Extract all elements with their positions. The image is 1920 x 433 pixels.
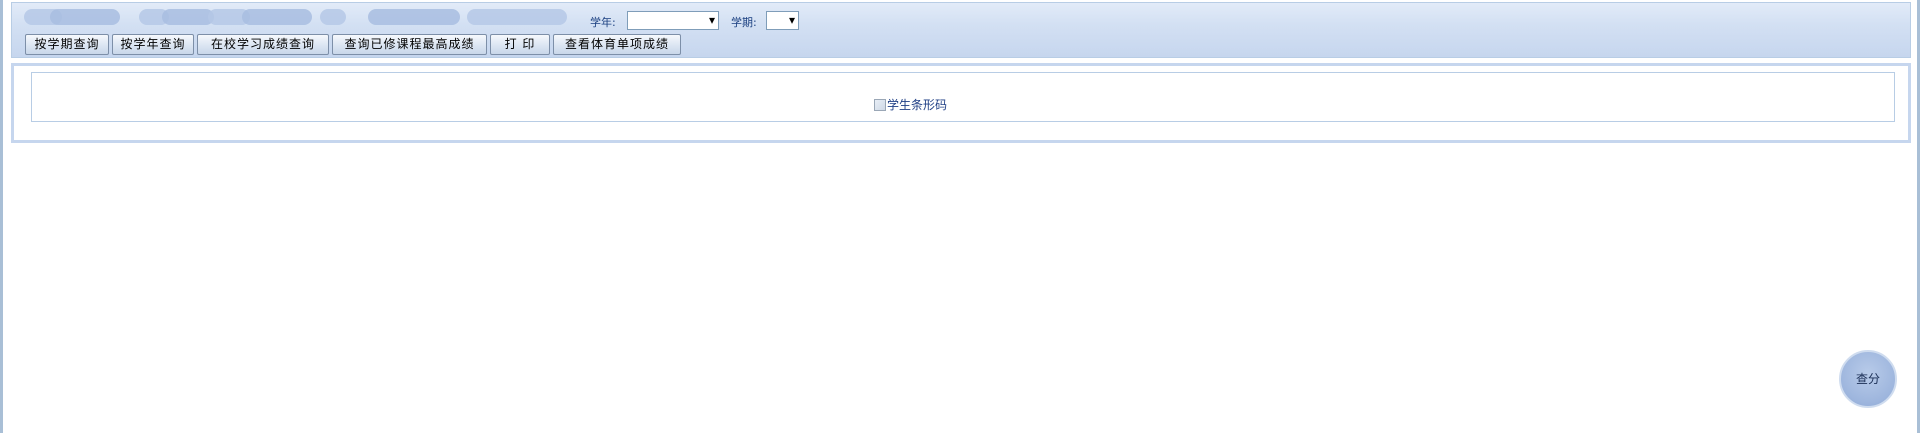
term-select[interactable]: ▾ — [766, 11, 799, 30]
filter-row: 学年: ▾ 学期: ▾ — [12, 6, 1910, 30]
pe-item-grades-button[interactable]: 查看体育单项成绩 — [553, 34, 681, 55]
query-by-term-button[interactable]: 按学期查询 — [25, 34, 109, 55]
decorative-cloud — [368, 9, 460, 25]
school-year-label: 学年: — [590, 16, 616, 29]
term-label: 学期: — [731, 16, 757, 29]
print-button[interactable]: 打 印 — [490, 34, 550, 55]
grade-query-page: 学年: ▾ 学期: ▾ 按学期查询 按学年查询 在校学习成绩查询 查询已修课程最… — [0, 0, 1920, 433]
highest-grades-button[interactable]: 查询已修课程最高成绩 — [332, 34, 487, 55]
results-inner-frame — [31, 72, 1895, 122]
left-frame-border — [0, 0, 3, 433]
student-barcode-alt-text: 学生条形码 — [887, 98, 948, 112]
decorative-cloud — [467, 9, 567, 25]
decorative-cloud — [162, 9, 214, 25]
school-year-select[interactable]: ▾ — [627, 11, 719, 30]
check-score-button[interactable]: 查分 — [1839, 350, 1897, 408]
broken-image-icon — [874, 99, 886, 111]
student-barcode-image: 学生条形码 — [874, 96, 947, 113]
decorative-cloud — [242, 9, 312, 25]
decorative-cloud — [50, 9, 120, 25]
chevron-down-icon: ▾ — [708, 13, 715, 27]
chevron-down-icon: ▾ — [788, 13, 795, 27]
results-panel: 学生条形码 — [11, 63, 1911, 143]
decorative-cloud — [320, 9, 346, 25]
query-by-year-button[interactable]: 按学年查询 — [112, 34, 194, 55]
in-school-grades-button[interactable]: 在校学习成绩查询 — [197, 34, 329, 55]
